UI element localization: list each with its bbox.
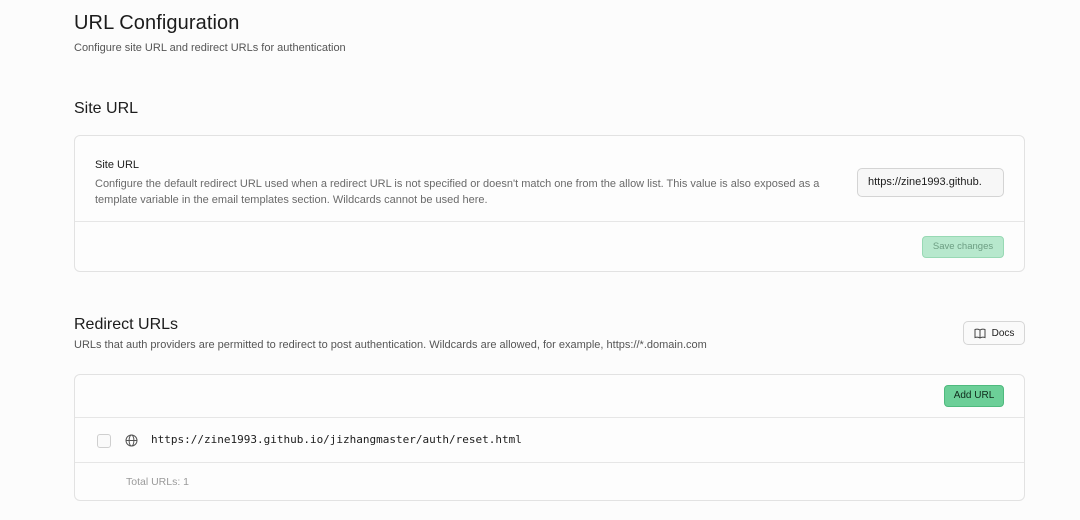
list-item: https://zine1993.github.io/jizhangmaster… <box>75 418 1024 463</box>
save-changes-button[interactable]: Save changes <box>922 236 1004 258</box>
site-url-field-help: Configure the default redirect URL used … <box>95 178 820 206</box>
page-title: URL Configuration <box>74 12 240 34</box>
page-subtitle: Configure site URL and redirect URLs for… <box>74 42 346 54</box>
book-icon <box>974 328 986 339</box>
total-urls-count: Total URLs: 1 <box>126 476 190 488</box>
globe-icon <box>125 434 138 447</box>
row-checkbox[interactable] <box>97 434 111 448</box>
redirect-urls-section-title: Redirect URLs <box>74 316 179 333</box>
site-url-section-title: Site URL <box>74 100 139 117</box>
site-url-input[interactable]: https://zine1993.github. <box>857 168 1004 197</box>
url-configuration-page: URL Configuration Configure site URL and… <box>0 0 1080 520</box>
site-url-field-label: Site URL <box>95 159 140 171</box>
redirect-urls-toolbar: Add URL <box>75 375 1024 418</box>
site-url-field-row: Site URL Configure the default redirect … <box>75 136 1024 222</box>
site-url-card: Site URL Configure the default redirect … <box>74 135 1025 272</box>
redirect-urls-description: URLs that auth providers are permitted t… <box>74 339 707 351</box>
docs-button-label: Docs <box>991 327 1015 339</box>
redirect-urls-card: Add URL https://zine1993.github.io/jizha… <box>74 374 1025 501</box>
docs-button[interactable]: Docs <box>963 321 1025 345</box>
add-url-button[interactable]: Add URL <box>944 385 1004 407</box>
redirect-url-text: https://zine1993.github.io/jizhangmaster… <box>151 433 522 446</box>
